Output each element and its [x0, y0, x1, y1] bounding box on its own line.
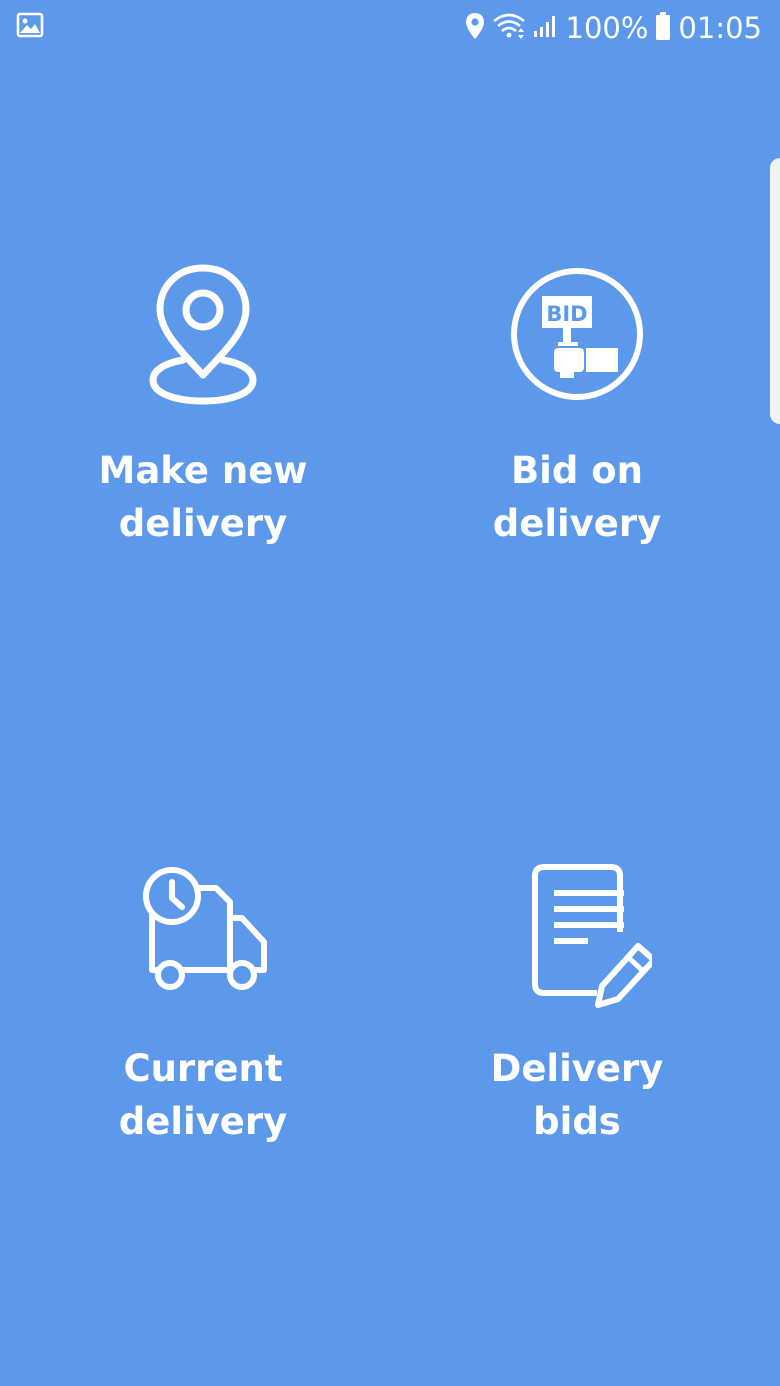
make-new-delivery-label: Make new delivery	[8, 444, 398, 550]
clock-time: 01:05	[678, 11, 762, 45]
current-delivery-label: Current delivery	[8, 1042, 398, 1148]
label-line-2: bids	[533, 1100, 621, 1143]
label-line-2: delivery	[118, 502, 288, 545]
label-line-1: Bid on	[510, 449, 643, 492]
status-bar: 100% 01:05	[0, 0, 780, 56]
make-new-delivery-button[interactable]: Make new delivery	[8, 260, 398, 580]
delivery-truck-clock-icon	[8, 858, 398, 1008]
svg-text:BID: BID	[546, 302, 587, 326]
label-line-2: delivery	[492, 502, 662, 545]
bid-on-delivery-button[interactable]: BID Bid on delivery	[382, 260, 772, 580]
label-line-1: Make new	[98, 449, 308, 492]
label-line-2: delivery	[118, 1100, 288, 1143]
current-delivery-button[interactable]: Current delivery	[8, 858, 398, 1178]
wifi-icon	[492, 12, 526, 45]
signal-icon	[532, 13, 560, 44]
label-line-1: Current	[123, 1047, 283, 1090]
bid-on-delivery-label: Bid on delivery	[382, 444, 772, 550]
label-line-1: Delivery	[490, 1047, 664, 1090]
location-icon	[464, 12, 486, 45]
battery-percent: 100%	[565, 11, 649, 45]
document-edit-icon	[382, 858, 772, 1008]
delivery-bids-label: Delivery bids	[382, 1042, 772, 1148]
image-icon	[16, 12, 44, 43]
bid-sign-icon: BID	[382, 260, 772, 410]
battery-icon	[654, 11, 672, 46]
delivery-bids-button[interactable]: Delivery bids	[382, 858, 772, 1178]
location-pin-icon	[8, 260, 398, 410]
